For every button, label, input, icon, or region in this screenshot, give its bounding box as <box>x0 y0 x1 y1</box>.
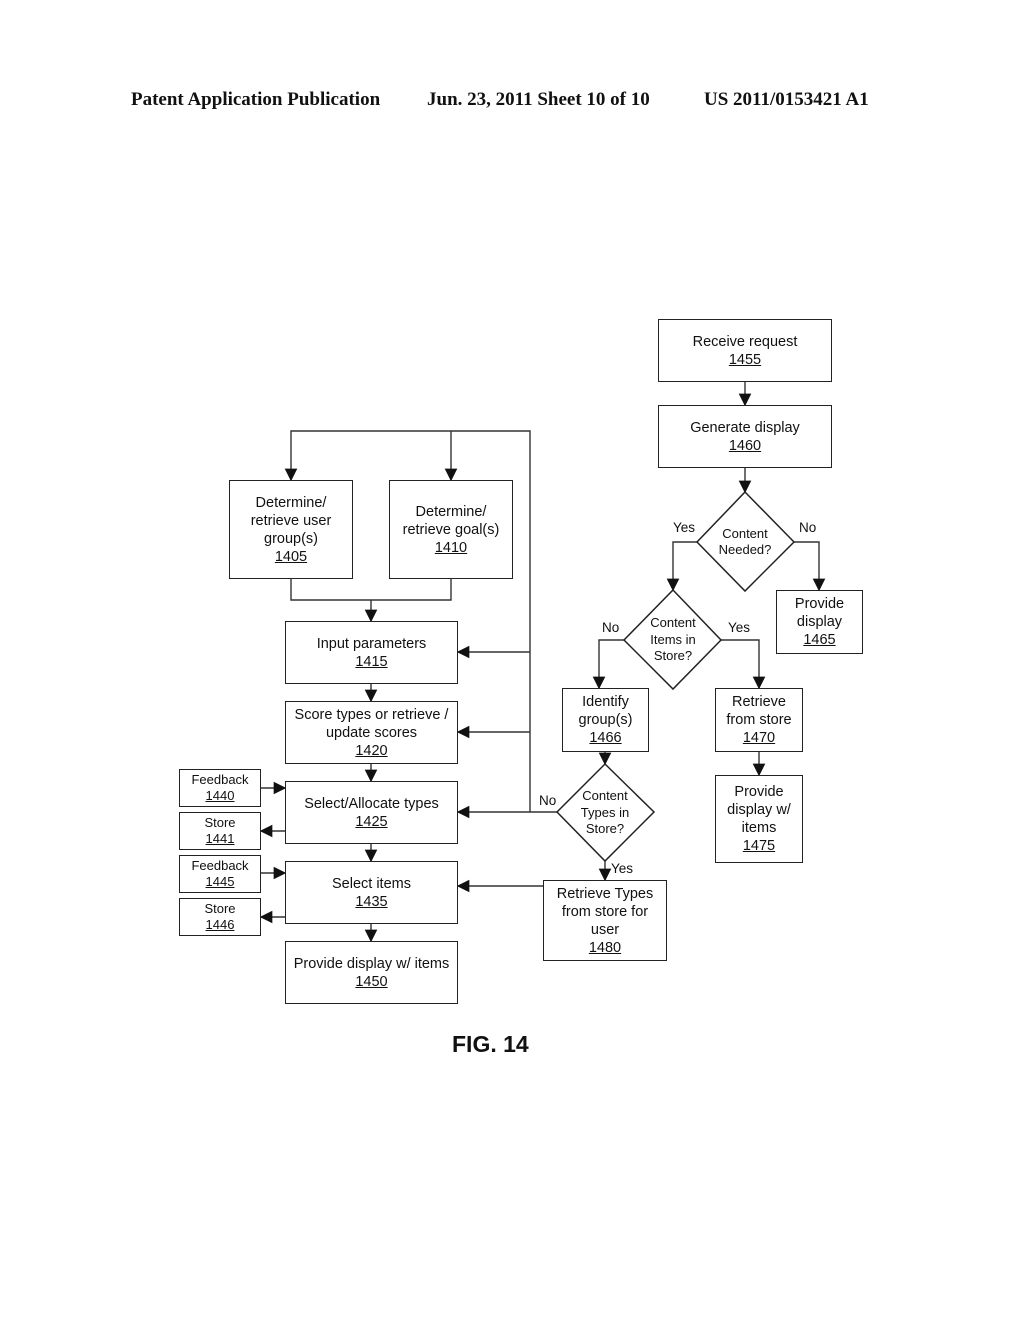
box-text: Determine/ <box>255 494 327 511</box>
ref-number: 1435 <box>355 893 388 910</box>
connector-items-no <box>592 639 624 690</box>
ref-number: 1441 <box>205 831 235 846</box>
box-1475: Provide display w/ items 1475 <box>715 775 803 863</box>
label-needed-yes: Yes <box>673 520 696 535</box>
connector-layer <box>259 381 826 943</box>
box-text: from store for <box>561 903 649 920</box>
box-text: Receive request <box>692 333 798 350</box>
decision-text: Needed? <box>718 542 772 557</box>
box-1450: Provide display w/ items 1450 <box>285 941 458 1004</box>
box-1470: Retrieve from store 1470 <box>715 688 803 752</box>
box-text: user <box>590 921 620 938</box>
box-text: Provide display w/ items <box>293 955 450 972</box>
box-1480: Retrieve Types from store for user 1480 <box>543 880 667 961</box>
box-1466: Identify group(s) 1466 <box>562 688 649 752</box>
ref-number: 1466 <box>589 730 622 746</box>
box-1405: Determine/ retrieve user group(s) 1405 <box>229 480 353 579</box>
decision-text: Items in <box>650 631 696 647</box>
label-types-yes: Yes <box>611 861 634 876</box>
ref-number: 1410 <box>434 539 468 556</box>
box-text: Score types or retrieve / <box>294 706 449 723</box>
ref-number: 1480 <box>588 939 622 956</box>
box-text: Input parameters <box>316 635 427 652</box>
box-text: group(s) <box>264 530 318 547</box>
connector-items-yes <box>721 639 766 690</box>
ref-number: 1420 <box>355 742 388 759</box>
ref-number: 1405 <box>274 548 308 565</box>
box-text: Retrieve Types <box>556 885 654 902</box>
box-1420: Score types or retrieve / update scores … <box>285 701 458 764</box>
box-text: Select items <box>332 875 411 892</box>
decision-text: Store? <box>585 821 625 837</box>
box-text: Provide <box>734 784 784 800</box>
box-1455: Receive request 1455 <box>658 319 832 382</box>
box-1441: Store 1441 <box>179 812 261 850</box>
ref-number: 1450 <box>355 973 388 990</box>
decision-text: Content <box>722 525 768 541</box>
box-1415: Input parameters 1415 <box>285 621 458 684</box>
label-items-yes: Yes <box>728 620 751 635</box>
ref-number: 1465 <box>803 632 836 648</box>
ref-number: 1425 <box>355 813 388 830</box>
box-1410: Determine/ retrieve goal(s) 1410 <box>389 480 513 579</box>
box-text: Identify <box>582 694 629 710</box>
box-text: items <box>741 820 777 836</box>
label-items-no: No <box>602 620 620 635</box>
box-text: Determine/ <box>415 503 487 520</box>
box-text: retrieve goal(s) <box>402 521 500 538</box>
ref-number: 1446 <box>205 917 235 932</box>
ref-number: 1470 <box>742 730 776 746</box>
box-text: Store <box>204 815 236 830</box>
box-text: display <box>796 614 843 630</box>
ref-number: 1445 <box>205 874 235 889</box>
figure-label: FIG. 14 <box>452 1031 529 1057</box>
decision-types-in-store-text: Content Types in Store? <box>565 787 645 839</box>
box-text: Store <box>204 901 236 916</box>
ref-number: 1460 <box>728 437 762 454</box>
box-text: Generate display <box>690 419 800 436</box>
box-1465: Provide display 1465 <box>776 590 863 654</box>
decision-items-in-store-text: Content Items in Store? <box>633 614 713 666</box>
connector-1405-merge <box>290 578 452 601</box>
box-1445: Feedback 1445 <box>179 855 261 893</box>
decision-text: Content <box>650 615 696 631</box>
ref-number: 1415 <box>355 653 388 670</box>
connector-needed-no <box>794 541 826 592</box>
box-text: from store <box>726 712 792 728</box>
box-text: group(s) <box>578 712 633 728</box>
box-1435: Select items 1435 <box>285 861 458 924</box>
ref-number: 1455 <box>728 351 762 368</box>
box-text: Select/Allocate types <box>304 795 439 812</box>
ref-number: 1440 <box>205 788 235 803</box>
box-text: display w/ <box>727 802 791 818</box>
label-types-no: No <box>539 793 557 808</box>
box-1446: Store 1446 <box>179 898 261 936</box>
box-text: Retrieve <box>732 694 786 710</box>
decision-text: Types in <box>580 804 630 820</box>
box-1440: Feedback 1440 <box>179 769 261 807</box>
box-1460: Generate display 1460 <box>658 405 832 468</box>
decision-text: Content <box>582 788 628 804</box>
box-text: Provide <box>794 596 845 612</box>
box-1425: Select/Allocate types 1425 <box>285 781 458 844</box>
ref-number: 1475 <box>742 838 776 854</box>
box-text: retrieve user <box>250 512 332 529</box>
connector-needed-yes <box>666 541 697 592</box>
decision-text: Store? <box>653 648 693 664</box>
decision-content-needed-text: Content Needed? <box>705 522 785 562</box>
box-text: update scores <box>325 724 418 741</box>
box-text: Feedback <box>191 858 249 873</box>
box-text: Feedback <box>191 772 249 787</box>
label-needed-no: No <box>799 520 817 535</box>
